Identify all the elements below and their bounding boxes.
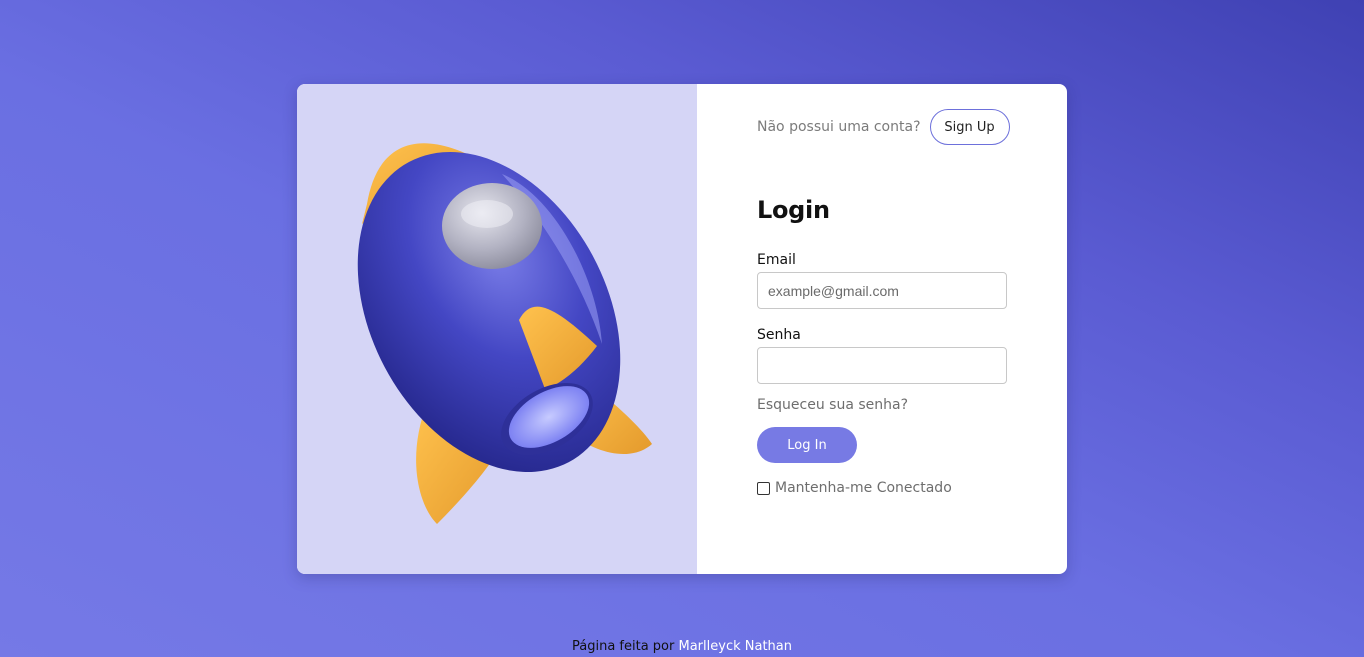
log-in-button[interactable]: Log In <box>757 427 857 463</box>
login-card: Não possui uma conta? Sign Up Login Emai… <box>297 84 1067 574</box>
illustration-panel <box>297 84 697 574</box>
email-field[interactable] <box>757 272 1007 309</box>
signup-prompt: Não possui uma conta? <box>757 119 921 135</box>
page-title: Login <box>757 196 830 224</box>
login-panel: Não possui uma conta? Sign Up Login Emai… <box>697 84 1067 574</box>
footer: Página feita por Marlleyck Nathan <box>0 639 1364 654</box>
remember-me-checkbox[interactable] <box>757 481 770 495</box>
remember-me-row: Mantenha-me Conectado <box>757 480 952 496</box>
password-field[interactable] <box>757 347 1007 384</box>
forgot-password-link[interactable]: Esqueceu sua senha? <box>757 397 908 413</box>
email-label: Email <box>757 252 796 268</box>
author-link[interactable]: Marlleyck Nathan <box>679 639 792 654</box>
footer-prefix: Página feita por <box>572 639 675 654</box>
remember-me-label[interactable]: Mantenha-me Conectado <box>775 480 952 496</box>
password-label: Senha <box>757 327 801 343</box>
rocket-icon <box>357 143 652 524</box>
sign-up-button[interactable]: Sign Up <box>929 109 1010 145</box>
signup-row: Não possui uma conta? Sign Up <box>757 109 1010 145</box>
